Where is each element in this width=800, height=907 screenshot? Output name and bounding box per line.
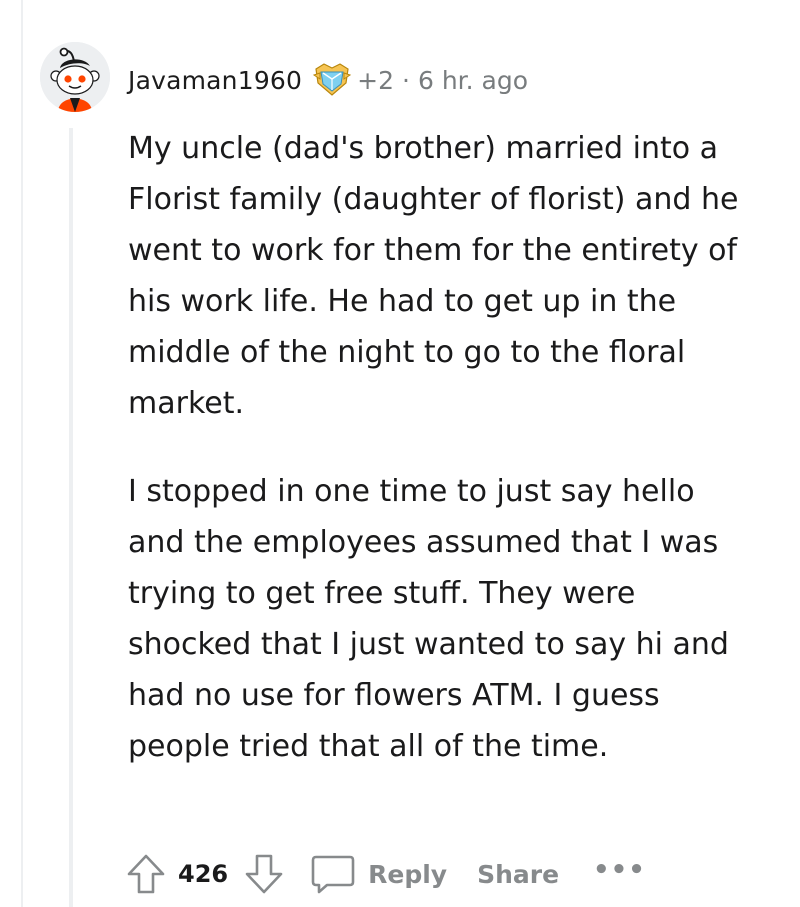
- upvote-button[interactable]: [126, 853, 166, 895]
- upvote-arrow-icon: [127, 854, 165, 894]
- award-count: +2: [357, 65, 395, 95]
- username-link[interactable]: Javaman1960: [128, 66, 302, 95]
- share-button[interactable]: Share: [477, 860, 559, 889]
- vote-score: 426: [178, 860, 229, 888]
- crystal-award-icon[interactable]: [312, 61, 352, 99]
- comment-bubble-icon: [311, 855, 355, 894]
- comment-meta: Javaman1960 +2 · 6 hr. ago: [128, 60, 528, 100]
- parent-thread-line[interactable]: [21, 0, 23, 907]
- comment-paragraph: My uncle (dad's brother) married into a …: [128, 131, 739, 421]
- avatar[interactable]: [40, 42, 110, 112]
- comment-timestamp[interactable]: 6 hr. ago: [418, 66, 528, 95]
- comment-action-bar: 426 Reply Share •••: [126, 848, 646, 900]
- downvote-button[interactable]: [244, 853, 284, 895]
- reply-button[interactable]: Reply: [310, 853, 447, 895]
- downvote-arrow-icon: [245, 854, 283, 894]
- more-options-icon[interactable]: •••: [593, 855, 646, 885]
- comment-body: My uncle (dad's brother) married into a …: [128, 123, 758, 772]
- snoo-avatar-icon: [40, 42, 110, 112]
- meta-separator: ·: [402, 65, 410, 95]
- reply-label[interactable]: Reply: [368, 860, 447, 889]
- comment-paragraph: I stopped in one time to just say hello …: [128, 474, 729, 764]
- thread-line[interactable]: [69, 128, 73, 907]
